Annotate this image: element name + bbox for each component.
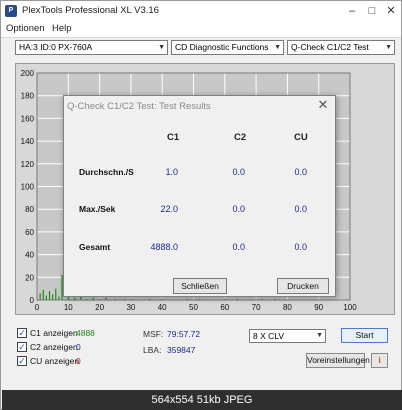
- window-title: PlexTools Professional XL V3.16: [22, 5, 159, 16]
- x-tick-label: 70: [252, 303, 261, 312]
- y-tick-label: 80: [25, 205, 34, 214]
- chevron-down-icon: ▼: [158, 44, 165, 51]
- function-select-value: CD Diagnostic Functions: [175, 42, 269, 52]
- speed-select[interactable]: 8 X CLV ▼: [249, 329, 326, 343]
- info-icon[interactable]: i: [371, 353, 388, 368]
- x-tick-label: 20: [95, 303, 104, 312]
- average-cu: 0.0: [294, 167, 307, 177]
- start-button[interactable]: Start: [341, 328, 388, 343]
- chevron-down-icon: ▼: [316, 332, 323, 339]
- lba-value: 359847: [167, 345, 196, 355]
- drive-select[interactable]: HA:3 ID:0 PX-760A ▼: [15, 40, 168, 55]
- x-tick-label: 90: [314, 303, 323, 312]
- speed-select-value: 8 X CLV: [253, 331, 285, 341]
- total-cu: 0.0: [294, 242, 307, 252]
- app-window: P PlexTools Professional XL V3.16 – □ ✕ …: [0, 0, 402, 410]
- average-c2: 0.0: [232, 167, 245, 177]
- row-label-total: Gesamt: [79, 242, 111, 252]
- c2-count: 0: [76, 342, 81, 352]
- test-select-value: Q-Check C1/C2 Test: [291, 42, 369, 52]
- c1-checkbox[interactable]: ✓: [17, 328, 27, 338]
- y-tick-label: 140: [21, 137, 35, 146]
- x-tick-label: 0: [35, 303, 40, 312]
- y-tick-label: 180: [21, 92, 35, 101]
- close-button[interactable]: Schließen: [173, 278, 227, 294]
- minimize-icon[interactable]: –: [343, 1, 361, 21]
- x-tick-label: 100: [343, 303, 357, 312]
- menu-help[interactable]: Help: [52, 23, 72, 34]
- msf-value: 79:57.72: [167, 329, 201, 339]
- max-cu: 0.0: [294, 204, 307, 214]
- column-c1: C1: [167, 132, 180, 143]
- y-tick-label: 40: [25, 251, 34, 260]
- menu-bar: Optionen Help: [1, 21, 401, 37]
- function-select[interactable]: CD Diagnostic Functions ▼: [171, 40, 284, 55]
- test-select[interactable]: Q-Check C1/C2 Test ▼: [287, 40, 395, 55]
- msf-label: MSF:: [143, 329, 164, 339]
- y-tick-label: 120: [21, 160, 35, 169]
- max-c2: 0.0: [232, 204, 245, 214]
- column-cu: CU: [294, 132, 308, 143]
- app-icon: P: [5, 5, 17, 17]
- row-label-average: Durchschn./S: [79, 167, 134, 177]
- x-tick-label: 80: [283, 303, 292, 312]
- c2-checkbox[interactable]: ✓: [17, 342, 27, 352]
- menu-optionen[interactable]: Optionen: [6, 23, 45, 34]
- results-dialog: Q-Check C1/C2 Test: Test Results ✕ C1 C2…: [63, 95, 336, 297]
- cu-label: CU anzeigen: [30, 356, 80, 366]
- y-tick-label: 200: [21, 69, 35, 78]
- cu-checkbox[interactable]: ✓: [17, 356, 27, 366]
- drive-select-value: HA:3 ID:0 PX-760A: [19, 42, 93, 52]
- x-tick-label: 10: [64, 303, 73, 312]
- column-c2: C2: [234, 132, 247, 143]
- x-tick-label: 40: [158, 303, 167, 312]
- dialog-close-icon[interactable]: ✕: [315, 97, 331, 113]
- max-c1: 22.0: [160, 204, 178, 214]
- maximize-icon[interactable]: □: [363, 1, 381, 21]
- c2-label: C2 anzeigen: [30, 342, 78, 352]
- chevron-down-icon: ▼: [385, 44, 392, 51]
- title-bar: P PlexTools Professional XL V3.16 – □ ✕: [1, 1, 401, 21]
- dialog-title: Q-Check C1/C2 Test: Test Results: [67, 101, 211, 112]
- average-c1: 1.0: [165, 167, 178, 177]
- y-tick-label: 100: [21, 183, 35, 192]
- y-tick-label: 160: [21, 114, 35, 123]
- x-tick-label: 50: [189, 303, 198, 312]
- total-c1: 4888.0: [150, 242, 178, 252]
- cu-count: 0: [76, 356, 81, 366]
- c1-count: 4888: [76, 328, 95, 338]
- y-tick-label: 20: [25, 273, 34, 282]
- settings-button[interactable]: Voreinstellungen: [306, 353, 370, 368]
- total-c2: 0.0: [232, 242, 245, 252]
- c1-label: C1 anzeigen: [30, 328, 78, 338]
- menu-separator: [1, 37, 401, 38]
- close-icon[interactable]: ✕: [382, 1, 400, 21]
- row-label-max: Max./Sek: [79, 204, 116, 214]
- x-tick-label: 60: [220, 303, 229, 312]
- lba-label: LBA:: [143, 345, 162, 355]
- print-button[interactable]: Drucken: [277, 278, 329, 294]
- y-tick-label: 60: [25, 228, 34, 237]
- image-caption: 564x554 51kb JPEG: [2, 390, 402, 410]
- x-tick-label: 30: [126, 303, 135, 312]
- chevron-down-icon: ▼: [274, 44, 281, 51]
